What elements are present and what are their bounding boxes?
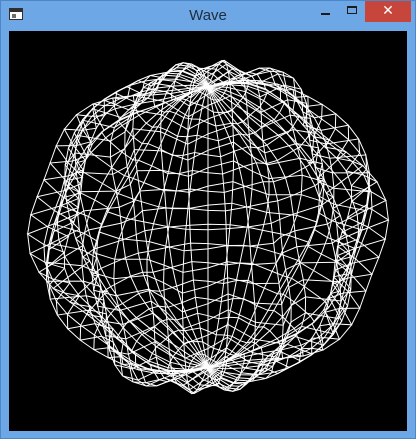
close-button[interactable]: ✕: [365, 1, 411, 22]
mesh-longitude-line: [132, 62, 209, 368]
render-canvas-area[interactable]: [9, 31, 407, 431]
mesh-longitude-line: [207, 86, 284, 392]
app-window: Wave ✕: [0, 0, 416, 439]
mesh-latitude-line: [115, 296, 304, 394]
minimize-icon: [321, 13, 330, 15]
wireframe-mesh-canvas: [26, 59, 390, 395]
mesh-latitude-line: [112, 60, 301, 158]
wireframe-mesh: [26, 59, 390, 395]
maximize-button[interactable]: [339, 1, 365, 22]
maximize-icon: [347, 6, 357, 14]
close-icon: ✕: [382, 3, 394, 19]
title-bar[interactable]: Wave ✕: [1, 1, 415, 31]
minimize-button[interactable]: [312, 1, 339, 22]
mesh-longitude-line: [207, 86, 229, 387]
mesh-longitude-line: [187, 67, 209, 368]
